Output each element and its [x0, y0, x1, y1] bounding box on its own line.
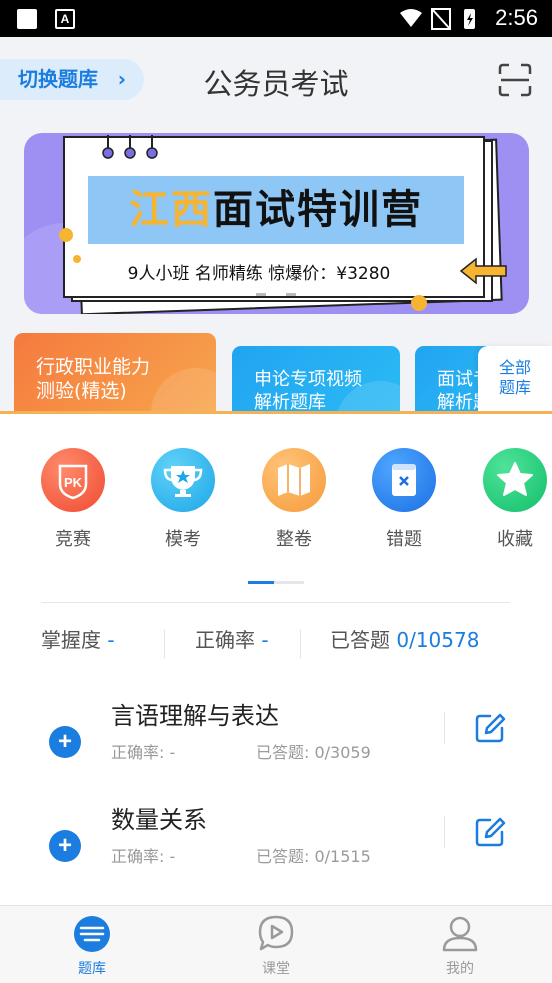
- stat-answered-label: 已答题: [330, 628, 390, 652]
- nav-label: 我的: [446, 961, 474, 977]
- stat-accuracy-value: -: [261, 628, 269, 652]
- quick-entry-contest[interactable]: PK 竞赛: [33, 448, 113, 551]
- quick-entry-mock[interactable]: 模考: [143, 448, 223, 551]
- stat-mastery-value: -: [107, 628, 115, 652]
- notification-icon: [17, 9, 37, 29]
- question-bank-icon: [74, 916, 110, 952]
- quick-entry-label: 竞赛: [55, 529, 91, 550]
- banner-title-rest: 面试特训营: [213, 187, 423, 233]
- play-chat-icon: [258, 915, 294, 951]
- bottom-nav: 题库 课堂 我的: [0, 905, 552, 983]
- trophy-icon: [151, 448, 215, 512]
- stats-row: 掌握度 - 正确率 - 已答题 0/10578: [0, 622, 552, 658]
- page-title: 公务员考试: [203, 67, 349, 101]
- promo-banner[interactable]: 江西面试特训营 9人小班 名师精练 惊爆价：¥3280: [24, 133, 529, 314]
- scan-icon[interactable]: [498, 63, 532, 97]
- status-bar: A 2:56: [0, 0, 552, 37]
- banner-subtitle: 9人小班 名师精练 惊爆价：¥3280: [127, 264, 391, 284]
- category-card-shenlun[interactable]: 申论专项视频 解析题库: [232, 346, 400, 413]
- nav-tab-classroom[interactable]: 课堂: [236, 914, 316, 978]
- map-icon: [262, 448, 326, 512]
- star-icon: [483, 448, 547, 512]
- topic-answered: 已答题: 0/3059: [256, 743, 371, 762]
- expand-plus-icon[interactable]: +: [49, 830, 81, 862]
- all-bank-line1: 全部: [498, 358, 531, 377]
- edit-icon[interactable]: [474, 712, 506, 744]
- pk-icon: PK: [41, 448, 105, 512]
- stat-mastery: 掌握度 -: [41, 622, 115, 658]
- stat-answered-value: 0/10578: [396, 628, 480, 652]
- app-notification-icon: A: [55, 9, 75, 29]
- wrong-book-icon: [372, 448, 436, 512]
- nav-tab-question-bank[interactable]: 题库: [52, 914, 132, 978]
- category-cards: 行政职业能力 测验(精选) 申论专项视频 解析题库 面试专 解析题 全部 题库: [0, 333, 552, 413]
- stat-accuracy-label: 正确率: [195, 628, 255, 652]
- page-indicator: [248, 581, 304, 584]
- stat-accuracy: 正确率 -: [195, 622, 269, 658]
- quick-entry-label: 模考: [165, 529, 201, 550]
- topic-row[interactable]: + 数量关系 正确率: - 已答题: 0/1515: [0, 800, 552, 880]
- quick-entry-label: 整卷: [276, 529, 312, 550]
- banner-title-highlight: 江西: [129, 187, 213, 233]
- topic-name: 数量关系: [111, 806, 207, 834]
- quick-entry-wrong[interactable]: 错题: [364, 448, 444, 551]
- nav-label: 课堂: [262, 961, 290, 977]
- wifi-icon: [400, 9, 422, 27]
- nav-tab-mine[interactable]: 我的: [420, 914, 500, 978]
- topic-row[interactable]: + 言语理解与表达 正确率: - 已答题: 0/3059: [0, 696, 552, 776]
- topic-accuracy: 正确率: -: [111, 847, 176, 866]
- svg-text:PK: PK: [64, 475, 83, 490]
- user-icon: [442, 916, 478, 952]
- status-time: 2:56: [495, 5, 538, 30]
- quick-entry-favorite[interactable]: 收藏: [475, 448, 552, 551]
- all-bank-line2: 题库: [498, 378, 531, 397]
- topic-accuracy: 正确率: -: [111, 743, 176, 762]
- main-panel: PK 竞赛 模考 整卷 错题 收藏 掌握度 - 正确率 - 已答题 0/1057…: [0, 411, 552, 905]
- stat-mastery-label: 掌握度: [41, 628, 101, 652]
- banner-title: 江西面试特训营: [88, 176, 464, 244]
- stat-answered: 已答题 0/10578: [330, 622, 479, 658]
- quick-entry-row: PK 竞赛 模考 整卷 错题 收藏: [0, 448, 552, 558]
- header: 切换题库 › 公务员考试: [0, 37, 552, 127]
- nav-label: 题库: [78, 961, 106, 977]
- status-icons: [400, 8, 475, 30]
- all-bank-button[interactable]: 全部 题库: [478, 346, 552, 413]
- quick-entry-label: 错题: [386, 529, 422, 550]
- quick-entry-label: 收藏: [497, 529, 533, 550]
- expand-plus-icon[interactable]: +: [49, 726, 81, 758]
- topic-answered: 已答题: 0/1515: [256, 847, 371, 866]
- category-card-xingce[interactable]: 行政职业能力 测验(精选): [14, 333, 216, 413]
- divider: [41, 602, 510, 603]
- topic-name: 言语理解与表达: [111, 702, 279, 730]
- edit-icon[interactable]: [474, 816, 506, 848]
- quick-entry-full-paper[interactable]: 整卷: [254, 448, 334, 551]
